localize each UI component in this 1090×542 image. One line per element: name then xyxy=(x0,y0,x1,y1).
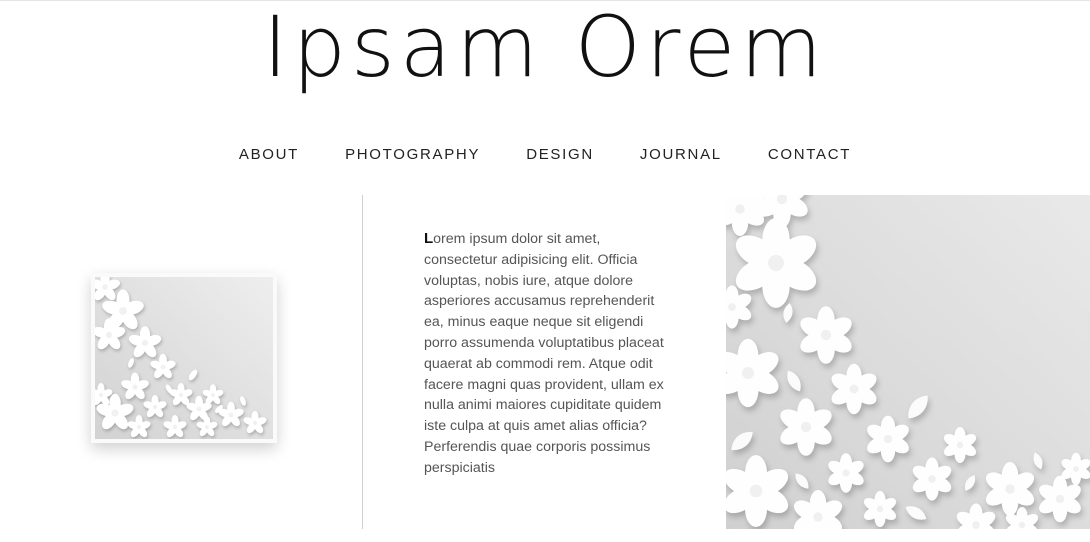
thumbnail-image[interactable] xyxy=(91,273,277,443)
hero-image[interactable] xyxy=(726,195,1090,529)
paragraph-text: orem ipsum dolor sit amet, consectetur a… xyxy=(424,231,664,476)
nav-item-design[interactable]: DESIGN xyxy=(526,146,594,163)
vertical-divider xyxy=(362,195,363,529)
nav-item-photography[interactable]: PHOTOGRAPHY xyxy=(345,146,480,163)
nav-item-journal[interactable]: JOURNAL xyxy=(640,146,722,163)
nav-item-about[interactable]: ABOUT xyxy=(239,146,299,163)
paper-flowers-thumbnail-graphic xyxy=(95,277,273,439)
intro-paragraph: Lorem ipsum dolor sit amet, consectetur … xyxy=(424,229,670,479)
main-nav: ABOUT PHOTOGRAPHY DESIGN JOURNAL CONTACT xyxy=(0,146,1090,163)
drop-cap: L xyxy=(424,230,434,247)
nav-item-contact[interactable]: CONTACT xyxy=(768,146,851,163)
page: Ipsam Orem ABOUT PHOTOGRAPHY DESIGN JOUR… xyxy=(0,0,1090,542)
paper-flowers-hero-graphic xyxy=(726,195,1090,529)
site-title: Ipsam Orem xyxy=(262,0,828,96)
